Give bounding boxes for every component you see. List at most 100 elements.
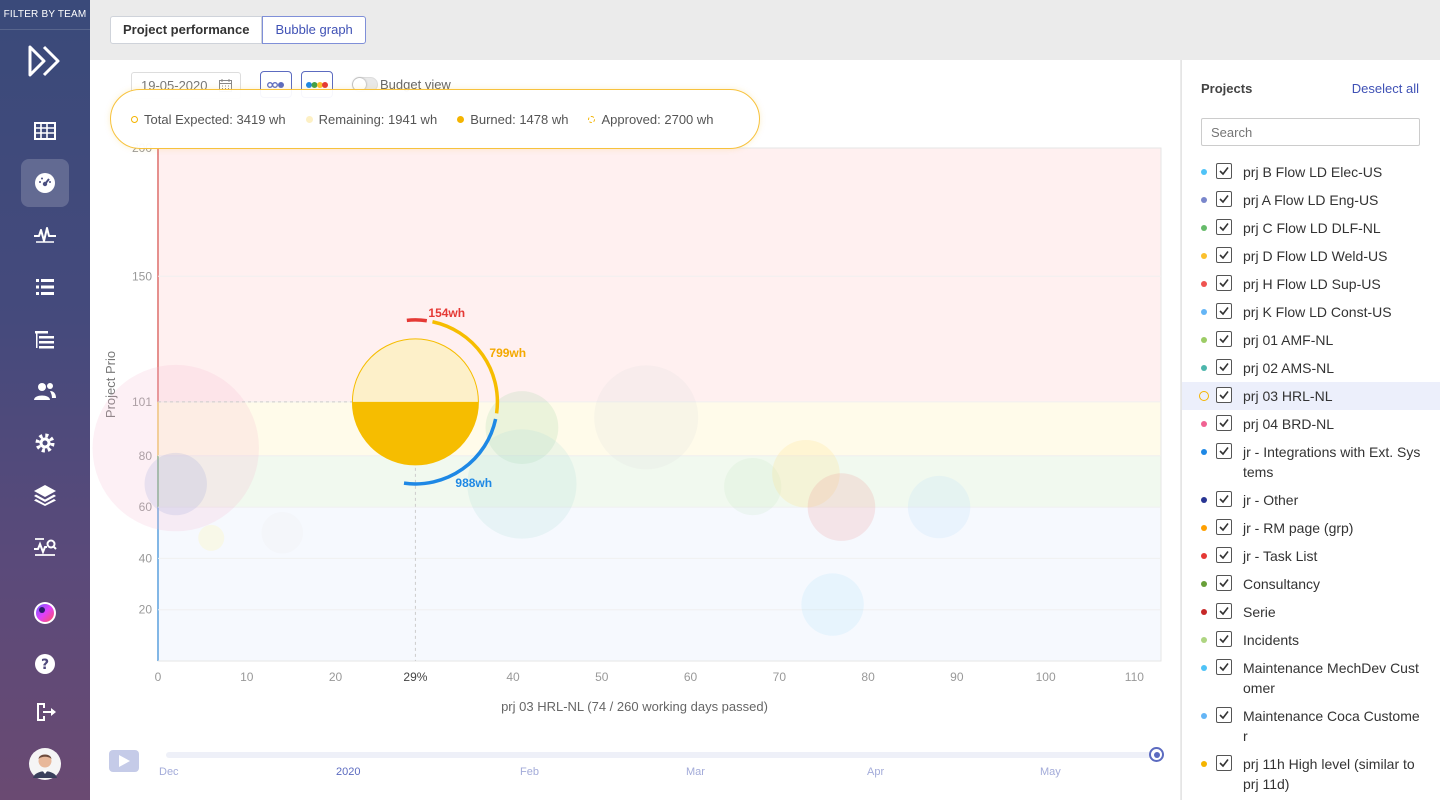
x-axis-title: prj 03 HRL-NL (74 / 260 working days pas… (501, 699, 768, 714)
logout-icon[interactable] (21, 688, 69, 736)
project-item[interactable]: Maintenance Coca Customer (1182, 702, 1440, 750)
dashboard-icon[interactable] (21, 159, 69, 207)
settings-icon[interactable] (21, 419, 69, 467)
project-item[interactable]: jr - RM page (grp) (1182, 514, 1440, 542)
check-icon (1219, 363, 1229, 372)
project-item[interactable]: prj H Flow LD Sup-US (1182, 270, 1440, 298)
tab-bubble-graph[interactable]: Bubble graph (262, 16, 366, 44)
layers-icon[interactable] (21, 471, 69, 519)
project-color-dot (1201, 553, 1207, 559)
project-item[interactable]: prj D Flow LD Weld-US (1182, 242, 1440, 270)
project-checkbox[interactable] (1216, 519, 1232, 535)
list-icon[interactable] (21, 263, 69, 311)
month-label: 2020 (336, 766, 361, 778)
project-item[interactable]: prj 04 BRD-NL (1182, 410, 1440, 438)
project-color-dot (1201, 169, 1207, 175)
project-checkbox[interactable] (1216, 275, 1232, 291)
tree-list-icon[interactable] (21, 315, 69, 363)
search-input[interactable] (1201, 118, 1420, 146)
users-icon[interactable] (21, 367, 69, 415)
x-tick-label: 10 (240, 670, 254, 684)
project-item[interactable]: prj A Flow LD Eng-US (1182, 186, 1440, 214)
deselect-all-link[interactable]: Deselect all (1352, 81, 1419, 96)
project-item[interactable]: prj 02 AMS-NL (1182, 354, 1440, 382)
tab-project-performance[interactable]: Project performance (110, 16, 263, 44)
globe-icon[interactable] (21, 589, 69, 637)
y-tick-label: 20 (139, 603, 153, 617)
timeline-track[interactable] (166, 752, 1156, 758)
check-icon (1219, 391, 1229, 400)
chart-search-icon[interactable] (21, 523, 69, 571)
project-item[interactable]: jr - Integrations with Ext. Systems (1182, 438, 1440, 486)
project-item[interactable]: prj 11h High level (similar to prj 11d) (1182, 750, 1440, 798)
project-item[interactable]: prj K Flow LD Const-US (1182, 298, 1440, 326)
project-checkbox[interactable] (1216, 331, 1232, 347)
avatar[interactable] (21, 740, 69, 788)
check-icon (1219, 447, 1229, 456)
help-icon[interactable]: ? (21, 640, 69, 688)
check-icon (1219, 419, 1229, 428)
project-item[interactable]: jr - Other (1182, 486, 1440, 514)
project-checkbox[interactable] (1216, 547, 1232, 563)
project-checkbox[interactable] (1216, 659, 1232, 675)
filter-by-team[interactable]: FILTER BY TEAM (0, 0, 90, 30)
x-tick-label: 0 (155, 670, 162, 684)
project-label: jr - RM page (grp) (1243, 520, 1354, 536)
project-label: prj K Flow LD Const-US (1243, 304, 1392, 320)
project-color-dot (1201, 421, 1207, 427)
project-item[interactable]: Consultancy (1182, 570, 1440, 598)
project-color-dot (1201, 581, 1207, 587)
check-icon (1219, 167, 1229, 176)
x-tick-label: 100 (1036, 670, 1056, 684)
project-checkbox[interactable] (1216, 303, 1232, 319)
check-icon (1219, 279, 1229, 288)
over-budget-label: 154wh (428, 306, 465, 320)
project-checkbox[interactable] (1216, 603, 1232, 619)
y-tick-label: 40 (139, 551, 153, 565)
project-color-dot (1201, 665, 1207, 671)
play-button[interactable] (109, 750, 139, 772)
check-icon (1219, 579, 1229, 588)
project-item[interactable]: Maintenance MechDev Customer (1182, 654, 1440, 702)
timeline-handle[interactable] (1149, 747, 1164, 762)
project-item[interactable]: Serie (1182, 598, 1440, 626)
project-checkbox[interactable] (1216, 387, 1232, 403)
project-checkbox[interactable] (1216, 415, 1232, 431)
grid-icon[interactable] (21, 107, 69, 155)
project-checkbox[interactable] (1216, 247, 1232, 263)
project-checkbox[interactable] (1216, 219, 1232, 235)
project-checkbox[interactable] (1216, 443, 1232, 459)
bubble (724, 457, 782, 516)
project-label: prj 01 AMF-NL (1243, 332, 1334, 348)
project-label: jr - Other (1243, 492, 1299, 508)
project-item[interactable]: prj C Flow LD DLF-NL (1182, 214, 1440, 242)
project-checkbox[interactable] (1216, 191, 1232, 207)
project-item[interactable]: jr - Task List (1182, 542, 1440, 570)
project-color-dot (1201, 253, 1207, 259)
project-checkbox[interactable] (1216, 755, 1232, 771)
project-item[interactable]: prj B Flow LD Elec-US (1182, 158, 1440, 186)
logo-icon[interactable] (27, 44, 63, 78)
approved-dot-icon (588, 115, 596, 123)
check-icon (1219, 635, 1229, 644)
check-icon (1219, 223, 1229, 232)
bubble-chart: 0102029%40506070809010011020015010180604… (92, 141, 1162, 714)
project-checkbox[interactable] (1216, 359, 1232, 375)
project-item[interactable]: prj 01 AMF-NL (1182, 326, 1440, 354)
activity-icon[interactable] (21, 211, 69, 259)
project-checkbox[interactable] (1216, 491, 1232, 507)
svg-text:?: ? (41, 657, 49, 673)
project-checkbox[interactable] (1216, 575, 1232, 591)
project-checkbox[interactable] (1216, 163, 1232, 179)
project-checkbox[interactable] (1216, 631, 1232, 647)
summary-bar: Total Expected: 3419 wh Remaining: 1941 … (110, 89, 760, 149)
project-checkbox[interactable] (1216, 707, 1232, 723)
project-item[interactable]: Incidents (1182, 626, 1440, 654)
project-item[interactable]: prj 03 HRL-NL (1182, 382, 1440, 410)
month-label: Feb (520, 766, 539, 778)
check-icon (1219, 307, 1229, 316)
month-label: Apr (867, 766, 885, 778)
project-color-dot (1201, 281, 1207, 287)
check-icon (1219, 251, 1229, 260)
over-budget-arc (406, 318, 428, 323)
